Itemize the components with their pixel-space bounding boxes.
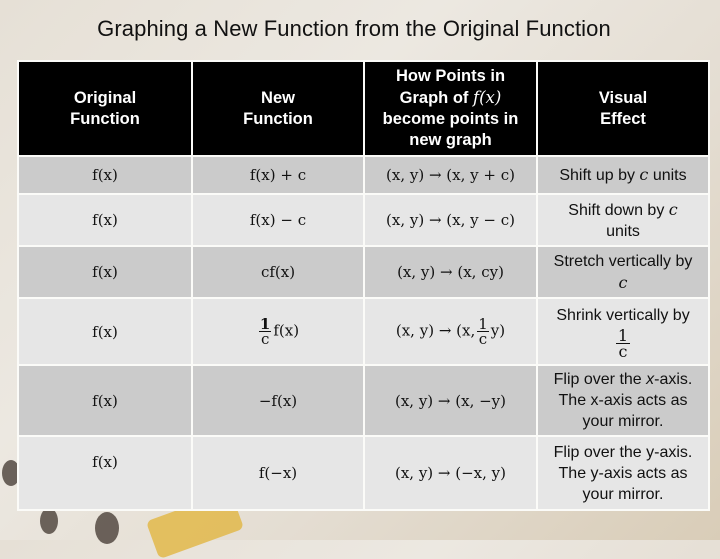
table-row: f(x) f(x) − c (x, y) → (x, y − c) Shift … [17, 193, 710, 247]
cell-mapping: (x, y) → (x, y + c) [363, 155, 538, 195]
cell-original: f(x) [17, 297, 193, 366]
cell-mapping: (x, y) → (x, −y) [363, 364, 538, 437]
header-visual-effect: Visual Effect [536, 60, 710, 157]
header-text: become points in [382, 110, 519, 128]
cell-mapping: (x, y) → (x, 1 c y) [363, 297, 538, 366]
cell-effect: Shrink vertically by 1c [536, 297, 710, 366]
cell-new-function: −f(x) [191, 364, 365, 437]
cell-new-function: 1 c f(x) [191, 297, 365, 366]
effect-text: Shift down by [568, 201, 669, 219]
effect-text: Shrink vertically by [556, 306, 690, 324]
fraction: 1c [258, 317, 272, 348]
cell-original: f(x) [17, 435, 193, 511]
cell-effect: Flip over the y-axis. The y-axis acts as… [536, 435, 710, 511]
cell-mapping: (x, y) → (x, cy) [363, 245, 538, 299]
cell-new-function: cf(x) [191, 245, 365, 299]
page-title: Graphing a New Function from the Origina… [97, 16, 611, 41]
cell-original: f(x) [17, 155, 193, 195]
cell-original: f(x) [17, 193, 193, 247]
header-new-function: New Function [191, 60, 365, 157]
background-notebook-ring [40, 508, 58, 534]
header-text: Function [70, 109, 140, 128]
function-transformations-table: Original Function New Function How Point… [17, 60, 710, 511]
header-text: New [261, 88, 295, 107]
header-point-mapping: How Points in Graph of f(x) become point… [363, 60, 538, 157]
cell-effect: Shift up by c units [536, 155, 710, 195]
cell-effect: Stretch vertically by c [536, 245, 710, 299]
header-original-function: Original Function [17, 60, 193, 157]
effect-var: x [646, 371, 655, 388]
cell-original: f(x) [17, 364, 193, 437]
background-notebook-ring [95, 512, 119, 544]
fraction-denominator: c [478, 330, 488, 348]
cell-mapping: (x, y) → (x, y − c) [363, 193, 538, 247]
table-row: f(x) −f(x) (x, y) → (x, −y) Flip over th… [17, 364, 710, 437]
header-text: How Points in [395, 67, 506, 85]
effect-text: units [648, 167, 687, 184]
header-text: Effect [600, 109, 646, 128]
fraction: 1c [477, 317, 489, 348]
table-row: f(x) f(x) + c (x, y) → (x, y + c) Shift … [17, 155, 710, 195]
header-text: Visual [598, 88, 648, 107]
header-text: Graph of [399, 89, 474, 107]
effect-var: c [668, 199, 678, 219]
cell-effect: Shift down by c units [536, 193, 710, 247]
effect-var: c [618, 272, 628, 292]
table-header-row: Original Function New Function How Point… [17, 60, 710, 157]
effect-text: Stretch vertically by [553, 252, 693, 270]
cell-mapping: (x, y) → (−x, y) [363, 435, 538, 511]
header-text: Original [73, 88, 137, 107]
cell-original: f(x) [17, 245, 193, 299]
cell-effect: Flip over the x-axis. The x-axis acts as… [536, 364, 710, 437]
effect-text: Shift up by [559, 167, 640, 184]
mapping-text: (x, y) → (x, [395, 321, 476, 340]
header-text: new graph [409, 131, 492, 149]
table-row: f(x) cf(x) (x, y) → (x, cy) Stretch vert… [17, 245, 710, 299]
table-row: f(x) 1 c f(x) (x, y) → (x, 1 c y) Shrink vert… [17, 297, 710, 366]
effect-text: Flip over the [553, 371, 647, 388]
mapping-text: y) [490, 321, 506, 340]
cell-new-function: f(x) − c [191, 193, 365, 247]
function-text: f(x) [273, 321, 300, 340]
cell-new-function: f(x) + c [191, 155, 365, 195]
header-text: Function [243, 109, 313, 128]
fraction-denominator: c [260, 330, 270, 348]
effect-text: Flip over the y-axis. The y-axis acts as… [553, 443, 693, 503]
cell-new-function: f(−x) [191, 435, 365, 511]
header-math: f(x) [473, 88, 502, 107]
effect-text: units [606, 222, 640, 240]
table-row: f(x) f(−x) (x, y) → (−x, y) Flip over th… [17, 435, 710, 511]
fraction-denominator: c [618, 341, 628, 361]
fraction: 1c [615, 327, 631, 361]
